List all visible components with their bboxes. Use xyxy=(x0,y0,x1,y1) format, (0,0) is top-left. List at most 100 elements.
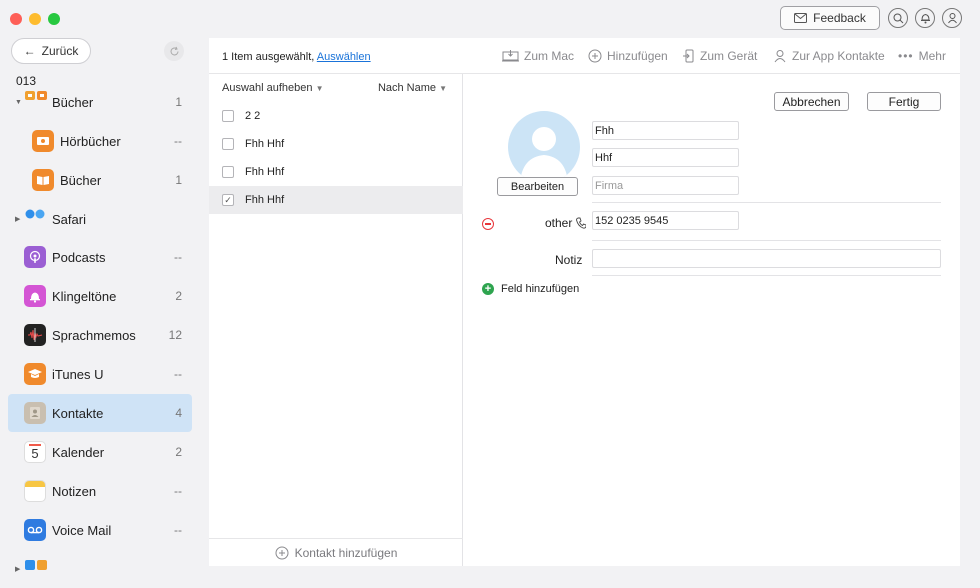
note-label: Notiz xyxy=(555,253,583,267)
refresh-button[interactable] xyxy=(164,41,184,61)
search-icon xyxy=(893,13,903,23)
cancel-button[interactable]: Abbrechen xyxy=(774,92,849,111)
zoom-window-button[interactable] xyxy=(48,13,60,25)
select-link[interactable]: Auswählen xyxy=(317,51,371,63)
to-app-contacts-button[interactable]: Zur App Kontakte xyxy=(773,49,885,63)
title-bar: Feedback xyxy=(0,0,980,36)
list-item[interactable]: ✓ Fhh Hhf xyxy=(209,186,463,214)
avatar xyxy=(508,111,580,183)
sidebar-item-podcasts[interactable]: Podcasts -- xyxy=(8,238,192,276)
sidebar-item-count: 2 xyxy=(175,289,182,303)
phone-number-field[interactable]: 152 0235 9545 xyxy=(592,211,739,230)
last-name-field[interactable]: Hhf xyxy=(592,148,739,167)
expand-arrow-icon: ▶ xyxy=(15,216,21,223)
sidebar-item-label: Hörbücher xyxy=(60,133,121,149)
to-mac-button[interactable]: Zum Mac xyxy=(502,49,574,63)
list-header: Auswahl aufheben ▼ Nach Name ▼ xyxy=(209,74,463,102)
sidebar-item-count: -- xyxy=(174,484,182,498)
company-field[interactable]: Firma xyxy=(592,176,739,195)
sidebar-item-label: iTunes U xyxy=(52,366,104,382)
divider xyxy=(592,275,941,276)
podcast-icon xyxy=(24,246,46,268)
sidebar-item-count: 4 xyxy=(175,406,182,420)
sidebar-item-count: -- xyxy=(174,523,182,537)
note-field[interactable] xyxy=(592,249,941,268)
sidebar-item-label: Kontakte xyxy=(52,405,104,421)
sidebar-item-count: 1 xyxy=(175,95,182,109)
sidebar-item-kontakte[interactable]: Kontakte 4 xyxy=(8,394,192,432)
minimize-window-button[interactable] xyxy=(29,13,41,25)
to-device-label: Zum Gerät xyxy=(700,49,758,63)
row-checkbox[interactable] xyxy=(222,138,234,150)
toolbar: 1 Item ausgewählt, Auswählen Zum Mac Hin… xyxy=(209,38,960,74)
expand-arrow-icon: ▶ xyxy=(15,566,21,573)
sidebar-item-label: Klingeltöne xyxy=(52,288,117,304)
sidebar-item-buecher-group[interactable]: ▼ Bücher 1 xyxy=(8,83,192,121)
selection-info: 1 Item ausgewählt, Auswählen xyxy=(222,51,371,63)
feedback-label: Feedback xyxy=(813,11,866,25)
sidebar-item-kalender[interactable]: 5 Kalender 2 xyxy=(8,433,192,471)
to-device-button[interactable]: Zum Gerät xyxy=(683,49,757,63)
done-label: Fertig xyxy=(888,94,920,109)
add-field-icon[interactable]: + xyxy=(482,283,494,295)
sidebar-item-itunes-u[interactable]: iTunes U -- xyxy=(8,355,192,393)
add-label: Hinzufügen xyxy=(607,49,668,63)
add-button[interactable]: Hinzufügen xyxy=(588,49,668,63)
more-button[interactable]: ••• Mehr xyxy=(898,49,946,63)
sidebar-item-hoerbuecher[interactable]: Hörbücher -- xyxy=(8,122,192,160)
cancel-label: Abbrechen xyxy=(782,94,841,109)
sidebar-item-buecher[interactable]: Bücher 1 xyxy=(8,161,192,199)
list-item[interactable]: 2 2 xyxy=(209,102,463,130)
expand-arrow-icon: ▼ xyxy=(15,98,22,106)
search-button[interactable] xyxy=(888,8,908,28)
list-item[interactable]: Fhh Hhf xyxy=(209,158,463,186)
device-transfer-icon xyxy=(683,49,694,63)
refresh-icon xyxy=(170,46,178,55)
account-button[interactable] xyxy=(942,8,962,28)
notification-button[interactable] xyxy=(915,8,935,28)
list-item[interactable]: Fhh Hhf xyxy=(209,130,463,158)
contact-name: Fhh Hhf xyxy=(245,166,285,178)
row-checkbox[interactable] xyxy=(222,166,234,178)
to-app-contacts-label: Zur App Kontakte xyxy=(792,49,885,63)
add-contact-button[interactable]: Kontakt hinzufügen xyxy=(209,538,463,566)
sidebar-item-safari[interactable]: ▶ Safari xyxy=(8,200,192,238)
divider xyxy=(592,240,941,241)
row-checkbox[interactable] xyxy=(222,110,234,122)
sidebar-item-klingeltoene[interactable]: Klingeltöne 2 xyxy=(8,277,192,315)
remove-phone-button[interactable] xyxy=(482,218,494,230)
bell-icon xyxy=(920,13,930,24)
add-contact-label: Kontakt hinzufügen xyxy=(294,545,398,560)
first-name-field[interactable]: Fhh xyxy=(592,121,739,140)
plus-circle-icon xyxy=(588,49,602,63)
edit-photo-button[interactable]: Bearbeiten xyxy=(497,177,578,196)
checkmark-icon: ✓ xyxy=(224,194,232,205)
app-group-icon xyxy=(25,560,47,572)
graduation-cap-icon xyxy=(24,363,46,385)
sidebar-item-voice-mail[interactable]: Voice Mail -- xyxy=(8,511,192,549)
user-icon xyxy=(947,13,957,24)
done-button[interactable]: Fertig xyxy=(867,92,941,111)
back-button[interactable]: ← Zurück xyxy=(11,38,91,64)
dropdown-arrow-icon: ▼ xyxy=(315,84,324,93)
sort-dropdown[interactable]: Nach Name ▼ xyxy=(378,82,447,94)
person-icon xyxy=(774,50,786,63)
safari-icon xyxy=(25,209,47,221)
sidebar-item-label: Podcasts xyxy=(52,249,106,265)
contacts-icon xyxy=(24,402,46,424)
row-checkbox-checked[interactable]: ✓ xyxy=(222,194,234,206)
phone-handset-icon xyxy=(576,217,586,229)
sidebar-item-count: -- xyxy=(174,250,182,264)
add-field-button[interactable]: Feld hinzufügen xyxy=(501,283,579,295)
sidebar-item-cut-off[interactable]: ▶ xyxy=(8,550,192,588)
phone-label-selector[interactable]: other xyxy=(545,216,572,230)
contact-detail-panel: Abbrechen Fertig Bearbeiten Fhh Hhf Firm… xyxy=(463,74,960,566)
sidebar-item-notizen[interactable]: Notizen -- xyxy=(8,472,192,510)
phone-label: other xyxy=(545,216,573,230)
sidebar-item-sprachmemos[interactable]: Sprachmemos 12 xyxy=(8,316,192,354)
close-window-button[interactable] xyxy=(10,13,22,25)
sidebar-item-count: 12 xyxy=(168,328,182,342)
feedback-button[interactable]: Feedback xyxy=(780,6,880,30)
divider xyxy=(592,202,941,203)
deselect-dropdown[interactable]: Auswahl aufheben ▼ xyxy=(222,82,324,94)
